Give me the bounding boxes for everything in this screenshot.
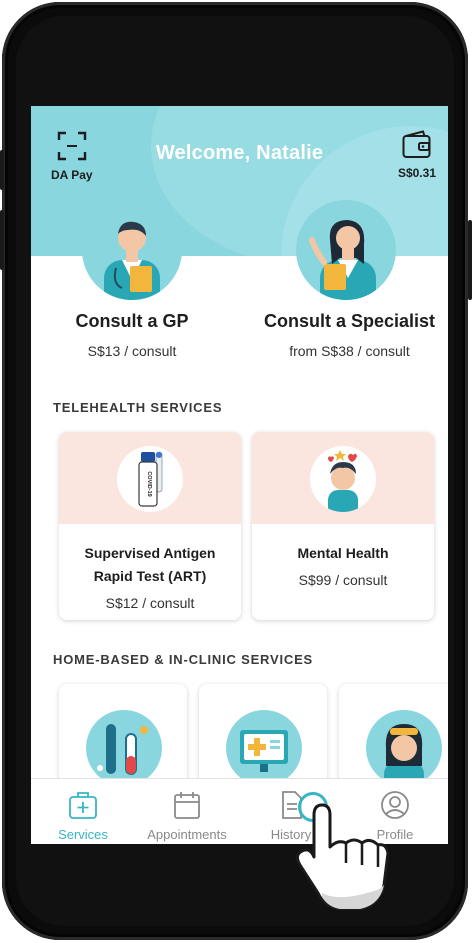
phone-side-button	[0, 210, 4, 270]
nurse-icon	[384, 724, 424, 786]
consult-gp-price: S$13 / consult	[87, 343, 177, 359]
consult-gp-card[interactable]: Consult a GP S$13 / consult	[51, 200, 241, 380]
medkit-icon	[69, 792, 97, 819]
wallet-button[interactable]: S$0.31	[398, 130, 436, 180]
consult-specialist-card[interactable]: Consult a Specialist from S$38 / consult	[251, 200, 448, 380]
lab-icon-circle	[86, 710, 162, 786]
art-service-card[interactable]: COVID-19 Supervised Antigen Rapid Test (…	[59, 432, 241, 620]
art-card-price: S$12 / consult	[105, 595, 195, 611]
wallet-balance: S$0.31	[397, 166, 436, 180]
home-clinic-section-title: HOME-BASED & IN-CLINIC SERVICES	[53, 652, 314, 667]
welcome-title: Welcome, Natalie	[155, 142, 324, 164]
calendar-icon	[174, 792, 200, 819]
art-card-icon-circle: COVID-19	[117, 446, 183, 512]
wallet-icon	[402, 130, 431, 158]
hand-pointer-icon	[295, 803, 390, 911]
male-doctor-icon	[104, 221, 160, 300]
nav-label-services: Services	[58, 827, 108, 842]
da-pay-label: DA Pay	[51, 168, 93, 182]
phone-side-button	[468, 220, 472, 300]
telehealth-section-title: TELEHEALTH SERVICES	[53, 400, 223, 415]
mental-card-price: S$99 / consult	[298, 572, 388, 588]
app-screen: DA Pay Welcome, Natalie S$0.31 Consult a…	[31, 106, 448, 844]
telemedicine-icon	[240, 730, 288, 772]
nav-label-appointments: Appointments	[147, 827, 227, 842]
specialist-doctor-avatar	[296, 200, 396, 300]
nurse-icon-circle	[366, 710, 442, 786]
female-doctor-icon	[309, 220, 376, 300]
nav-tab-services[interactable]: Services	[31, 779, 135, 844]
gp-doctor-avatar	[82, 200, 182, 300]
kit-label: COVID-19	[146, 471, 152, 496]
nav-tab-appointments[interactable]: Appointments	[135, 779, 239, 844]
consult-specialist-title: Consult a Specialist	[263, 311, 436, 331]
lab-test-icon	[97, 724, 148, 775]
mental-health-card[interactable]: Mental Health S$99 / consult	[252, 432, 434, 620]
consult-gp-title: Consult a GP	[75, 311, 189, 331]
art-card-title-line2: Rapid Test (ART)	[93, 568, 207, 584]
consult-specialist-price: from S$38 / consult	[289, 343, 410, 359]
art-card-title-line1: Supervised Antigen	[84, 545, 216, 561]
clinic-icon-circle	[226, 710, 302, 786]
mental-card-icon-circle	[310, 446, 376, 512]
mental-card-title: Mental Health	[297, 545, 389, 561]
test-kit-icon: COVID-19	[138, 451, 163, 507]
head-hearts-icon	[328, 450, 358, 512]
phone-side-button	[0, 150, 4, 190]
